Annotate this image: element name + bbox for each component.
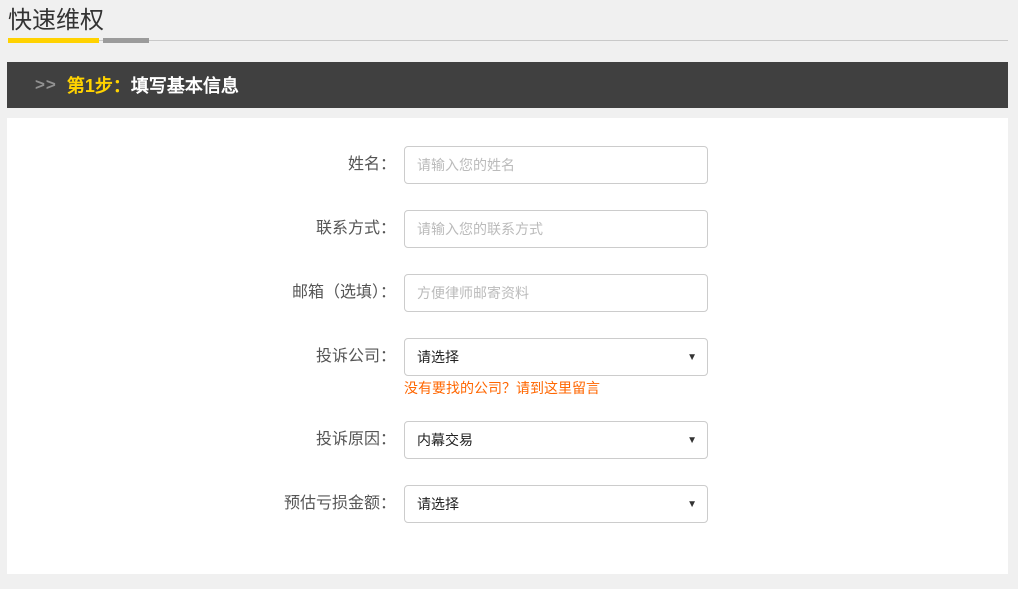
company-helper-row: 没有要找的公司？请到这里留言: [7, 378, 1008, 399]
step-separator: ：: [113, 72, 131, 98]
step-number: 第1步: [67, 72, 113, 98]
company-label: 投诉公司：: [7, 338, 396, 376]
chevron-down-icon: ▼: [687, 435, 697, 446]
reason-label: 投诉原因：: [7, 421, 396, 459]
reason-select[interactable]: 内幕交易 ▼: [404, 421, 708, 459]
form-row-reason: 投诉原因： 内幕交易 ▼: [7, 421, 1008, 459]
form-row-email: 邮箱（选填）：: [7, 274, 1008, 312]
chevron-down-icon: ▼: [687, 499, 697, 510]
email-label: 邮箱（选填）：: [7, 274, 396, 312]
contact-input[interactable]: [404, 210, 708, 248]
page-title: 快速维权: [8, 6, 1008, 36]
form-row-company: 投诉公司： 请选择 ▼: [7, 338, 1008, 376]
chevron-down-icon: ▼: [687, 352, 697, 363]
masthead: 快速维权: [0, 0, 1018, 43]
form-row-name: 姓名：: [7, 146, 1008, 184]
form-row-contact: 联系方式：: [7, 210, 1008, 248]
contact-label: 联系方式：: [7, 210, 396, 248]
page: 快速维权 >> 第1步 ： 填写基本信息 姓名： 联系方式： 邮箱（选填）： 投…: [0, 0, 1018, 589]
title-underline: [8, 38, 1008, 43]
reason-select-value: 内幕交易: [417, 430, 473, 450]
loss-amount-label: 预估亏损金额：: [7, 485, 396, 523]
email-input[interactable]: [404, 274, 708, 312]
company-select[interactable]: 请选择 ▼: [404, 338, 708, 376]
double-chevron-icon: >>: [35, 75, 57, 95]
loss-amount-select[interactable]: 请选择 ▼: [404, 485, 708, 523]
step-bar: >> 第1步 ： 填写基本信息: [7, 62, 1008, 108]
title-underline-line: [8, 40, 1008, 41]
step-title: 填写基本信息: [131, 72, 239, 98]
title-underline-accent: [8, 38, 99, 43]
name-input[interactable]: [404, 146, 708, 184]
form-panel: 姓名： 联系方式： 邮箱（选填）： 投诉公司： 请选择 ▼ 没有要找的公司？请到…: [7, 118, 1008, 574]
company-select-value: 请选择: [417, 347, 459, 367]
name-label: 姓名：: [7, 146, 396, 184]
company-helper-link[interactable]: 没有要找的公司？请到这里留言: [404, 380, 600, 396]
title-underline-secondary: [103, 38, 149, 43]
form-row-loss-amount: 预估亏损金额： 请选择 ▼: [7, 485, 1008, 523]
loss-amount-select-value: 请选择: [417, 494, 459, 514]
